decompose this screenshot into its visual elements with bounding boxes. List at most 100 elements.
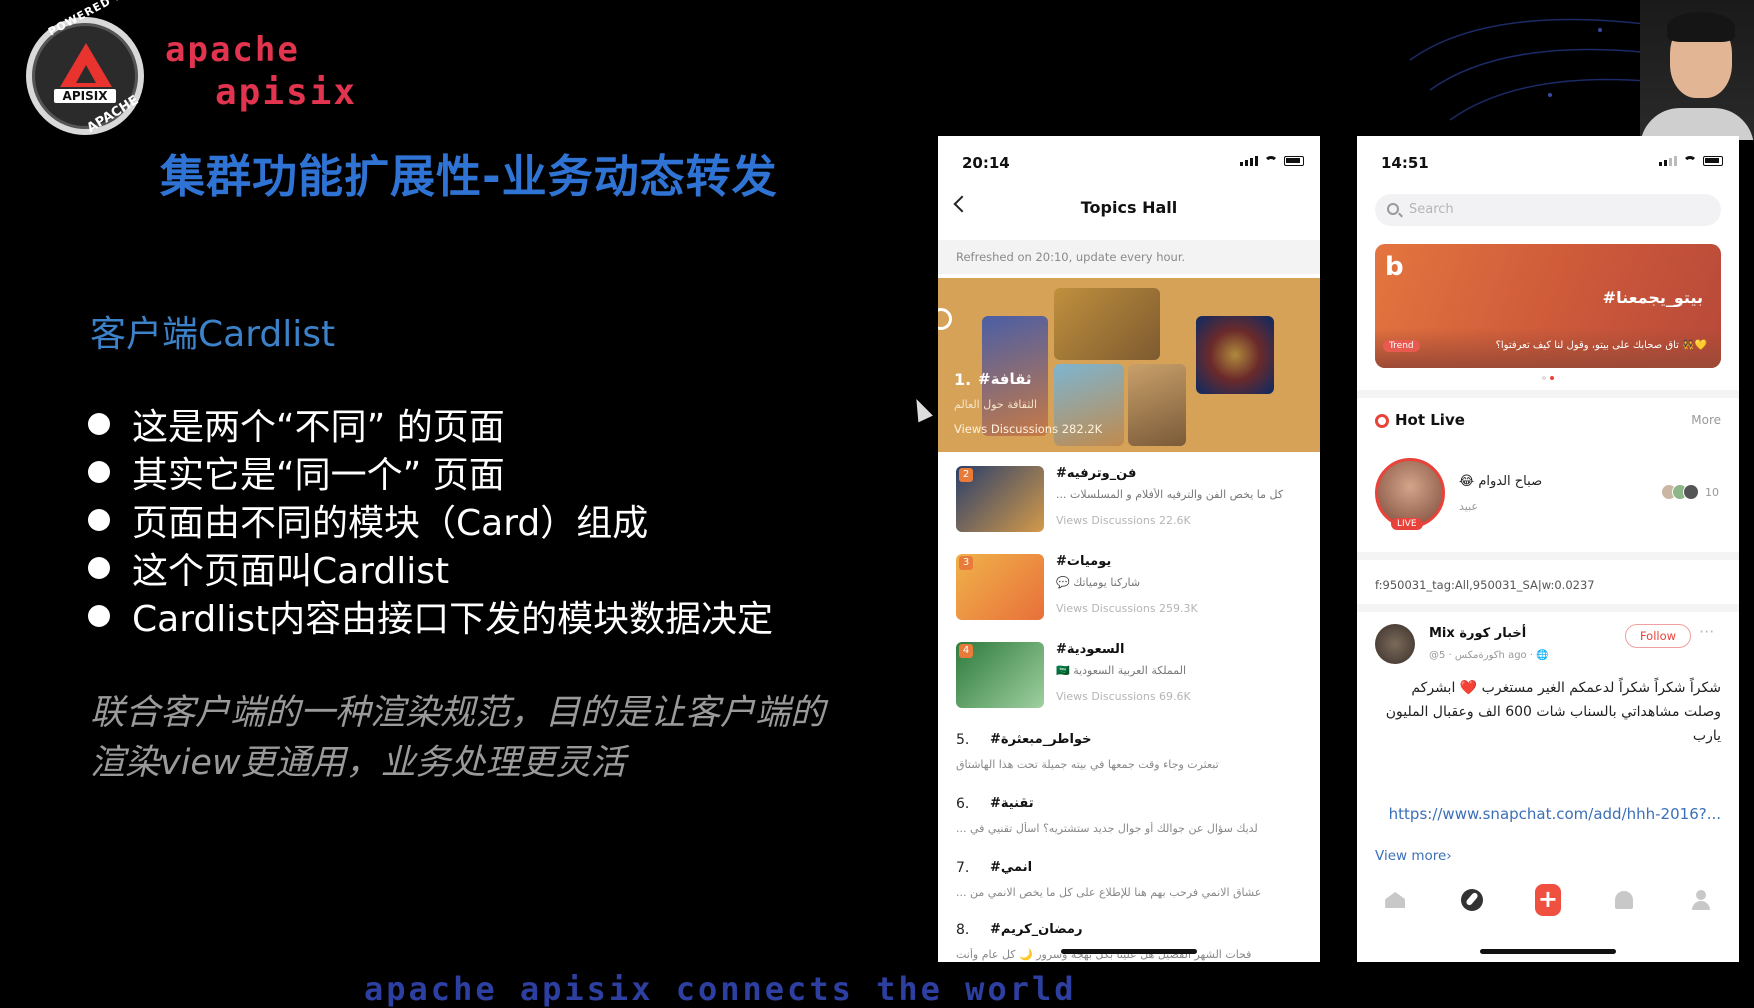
bullet-dot-icon <box>88 605 110 627</box>
slide-footnote: 联合客户端的一种渲染规范，目的是让客户端的渲染view更通用，业务处理更灵活 <box>90 693 826 783</box>
mouse-cursor-icon <box>909 395 933 423</box>
topic-thumbnail: 3 <box>956 554 1044 620</box>
signal-icon <box>1659 156 1677 166</box>
section-separator <box>1357 604 1739 612</box>
post-meta: @كورةمكس · 5h ago · 🌐 <box>1429 650 1549 661</box>
topic-rank-badge: 3 <box>959 556 973 570</box>
topic-hashtag: #فن_وترفيه <box>1056 466 1137 481</box>
topic-description: المملكة العربية السعودية 🇸🇦 <box>1056 664 1187 677</box>
live-badge: LIVE <box>1391 518 1423 530</box>
post-link[interactable]: https://www.snapchat.com/add/hhh-2016?..… <box>1375 802 1721 826</box>
live-icon <box>1375 414 1389 428</box>
presenter-hair <box>1667 12 1735 42</box>
bullet-dot-icon <box>88 413 110 435</box>
tab-notifications[interactable] <box>1611 887 1637 913</box>
hero-topic-card[interactable]: 1. #ثقافة الثقافة حول العالم Views Discu… <box>938 278 1320 452</box>
add-icon: + <box>1534 884 1561 916</box>
topic-row-description: عشاق الانمي فرحب بهم هنا للإطلاع على كل … <box>956 886 1262 899</box>
bullet-item: 这是两个“不同” 的页面 <box>88 400 773 448</box>
brand-wordmark-apache: apache <box>165 30 300 70</box>
search-input[interactable]: Search <box>1375 194 1721 226</box>
bullet-item: 这个页面叫Cardlist <box>88 544 773 592</box>
topic-row-hashtag: #رمضان_كريم <box>990 922 1083 937</box>
topic-row-number: 7. <box>956 860 970 876</box>
topic-row-hashtag: #تقنية <box>990 796 1034 811</box>
post-more-menu-icon[interactable]: ··· <box>1699 622 1714 641</box>
nav-bar: Topics Hall <box>938 188 1320 228</box>
tab-home[interactable] <box>1382 887 1408 913</box>
hero-image-tile <box>1054 288 1160 360</box>
search-icon <box>1387 203 1399 215</box>
post-author-avatar[interactable] <box>1375 624 1415 664</box>
view-more-link[interactable]: View more› <box>1375 848 1452 864</box>
home-icon <box>1385 892 1406 908</box>
bullet-text: 这是两个“不同” 的页面 <box>132 407 505 448</box>
post-author-name[interactable]: Mix أخبار كورة <box>1429 626 1526 641</box>
logo-triangle-inner <box>76 65 96 83</box>
status-time: 20:14 <box>962 154 1010 172</box>
phone-topics-hall: 20:14 Topics Hall Refreshed on 20:10, up… <box>938 136 1320 962</box>
tab-discover[interactable] <box>1459 887 1485 913</box>
section-heading: 客户端Cardlist <box>90 314 336 355</box>
banner-pagination-dots <box>1542 376 1554 380</box>
profile-icon <box>1691 890 1711 910</box>
topic-row-description: تبعثرت وجاء وقت جمعها في بيته جميلة تحت … <box>956 758 1219 771</box>
bullet-text: 页面由不同的模块（Card）组成 <box>132 503 649 544</box>
trend-badge: Trend <box>1383 340 1420 352</box>
topic-row-hashtag: #انمي <box>990 860 1033 875</box>
compass-icon <box>1460 889 1483 911</box>
topic-list-row[interactable]: 5. #خواطر_مبعثرة تبعثرت وجاء وقت جمعها ف… <box>956 732 1306 788</box>
bullet-item: 页面由不同的模块（Card）组成 <box>88 496 773 544</box>
bullet-list: 这是两个“不同” 的页面 其实它是“同一个” 页面 页面由不同的模块（Card）… <box>88 400 773 640</box>
live-viewers: 10 <box>1661 484 1719 500</box>
refresh-note: Refreshed on 20:10, update every hour. <box>938 240 1320 274</box>
follow-button[interactable]: Follow <box>1625 624 1691 648</box>
topic-list-row[interactable]: 7. #انمي عشاق الانمي فرحب بهم هنا للإطلا… <box>956 860 1306 916</box>
topic-stats: Views Discussions 69.6K <box>1056 690 1191 703</box>
tab-create[interactable]: + <box>1534 884 1561 916</box>
status-icons <box>1240 156 1304 166</box>
hero-indicator-icon <box>938 308 952 330</box>
banner-hashtag: #بيتو_يجمعنا <box>1602 288 1703 307</box>
live-room-name[interactable]: 😂 صباح الدوام <box>1459 474 1542 489</box>
topic-stats: Views Discussions 22.6K <box>1056 514 1191 527</box>
banner-brand-icon: b <box>1385 252 1404 282</box>
topic-row-hashtag: #خواطر_مبعثرة <box>990 732 1092 747</box>
tab-profile[interactable] <box>1688 887 1714 913</box>
topic-row-number: 8. <box>956 922 970 938</box>
hero-image-tile <box>1196 316 1274 394</box>
promo-banner[interactable]: b #بيتو_يجمعنا Trend تاق صحابك على بيتو،… <box>1375 244 1721 368</box>
post-body: شكراً شكراً شكراً لدعمكم الغير مستغرب ❤️… <box>1385 680 1721 744</box>
topic-card[interactable]: 3 #يوميات شاركنا يومياتك 💬 Views Discuss… <box>956 554 1306 626</box>
status-icons <box>1659 156 1723 166</box>
bullet-item: 其实它是“同一个” 页面 <box>88 448 773 496</box>
battery-icon <box>1284 156 1304 166</box>
topic-card[interactable]: 4 #السعودية المملكة العربية السعودية 🇸🇦 … <box>956 642 1306 714</box>
banner-subtitle: تاق صحابك على بيتو، وقول لنا كيف تعرفتوا… <box>1495 340 1707 351</box>
status-time: 14:51 <box>1381 154 1429 172</box>
wifi-icon <box>1683 156 1697 166</box>
slide-title: 集群功能扩展性-业务动态转发 <box>160 150 778 203</box>
status-bar: 14:51 <box>1357 136 1739 188</box>
bullet-dot-icon <box>88 461 110 483</box>
hero-rank: 1. <box>954 370 972 389</box>
topic-row-number: 5. <box>956 732 970 748</box>
topic-hashtag: #السعودية <box>1056 642 1125 657</box>
viewer-count: 10 <box>1705 485 1719 499</box>
home-indicator <box>1480 949 1616 954</box>
topic-list-row[interactable]: 8. #رمضان_كريم فحات الشهر الفضيل هل علين… <box>956 922 1306 962</box>
home-indicator <box>1061 949 1197 954</box>
bullet-text: 这个页面叫Cardlist <box>132 551 450 592</box>
hot-live-header: Hot Live More <box>1375 410 1721 434</box>
wifi-icon <box>1264 156 1278 166</box>
bullet-dot-icon <box>88 557 110 579</box>
bottom-banner-slogan: apache apisix connects the world <box>364 970 1077 1008</box>
hot-live-more-link[interactable]: More <box>1691 413 1721 427</box>
live-streamer-name: عبيد <box>1459 500 1478 513</box>
topic-list-row[interactable]: 6. #تقنية لديك سؤال عن جوالك أو جوال جدي… <box>956 796 1306 852</box>
topic-stats: Views Discussions 259.3K <box>1056 602 1198 615</box>
topic-description: كل ما يخص الفن والترفيه الأفلام و المسلس… <box>1056 488 1284 501</box>
topic-card[interactable]: 2 #فن_وترفيه كل ما يخص الفن والترفيه الأ… <box>956 466 1306 538</box>
pagination-dot-active <box>1550 376 1554 380</box>
section-separator <box>1357 390 1739 398</box>
